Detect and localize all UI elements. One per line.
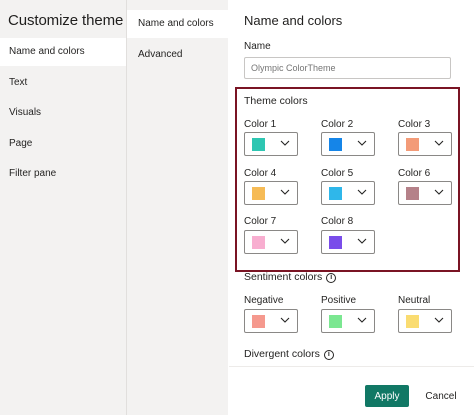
positive-color-picker[interactable] bbox=[321, 309, 375, 333]
color-3-label: Color 3 bbox=[398, 119, 431, 130]
sentiment-colors-label: Sentiment colors bbox=[244, 271, 323, 283]
color-5-picker[interactable] bbox=[321, 181, 375, 205]
apply-button[interactable]: Apply bbox=[365, 385, 409, 407]
negative-label: Negative bbox=[244, 295, 284, 306]
color-2-swatch bbox=[329, 138, 342, 151]
chevron-down-icon bbox=[280, 317, 290, 323]
info-icon[interactable]: i bbox=[326, 273, 337, 283]
color-1-picker[interactable] bbox=[244, 132, 298, 156]
color-2-label: Color 2 bbox=[321, 119, 354, 130]
nav-item-filter-pane[interactable]: Filter pane bbox=[0, 160, 126, 188]
color-6-picker[interactable] bbox=[398, 181, 452, 205]
cancel-button[interactable]: Cancel bbox=[419, 385, 463, 407]
nav-item-text[interactable]: Text bbox=[0, 69, 126, 97]
color-7-label: Color 7 bbox=[244, 216, 277, 227]
color-2-picker[interactable] bbox=[321, 132, 375, 156]
chevron-down-icon bbox=[357, 317, 367, 323]
dialog-title: Customize theme bbox=[8, 12, 124, 29]
subnav-item-name-and-colors[interactable]: Name and colors bbox=[127, 10, 229, 38]
neutral-label: Neutral bbox=[398, 295, 431, 306]
color-7-swatch bbox=[252, 236, 265, 249]
color-3-swatch bbox=[406, 138, 419, 151]
color-5-label: Color 5 bbox=[321, 168, 354, 179]
color-1-swatch bbox=[252, 138, 265, 151]
chevron-down-icon bbox=[357, 238, 367, 244]
settings-pane: Name and colors Name Theme colors Color … bbox=[229, 0, 474, 415]
positive-swatch bbox=[329, 315, 342, 328]
subnav-item-advanced[interactable]: Advanced bbox=[127, 41, 229, 69]
nav-item-page[interactable]: Page bbox=[0, 130, 126, 158]
color-8-label: Color 8 bbox=[321, 216, 354, 227]
chevron-down-icon bbox=[280, 238, 290, 244]
neutral-color-picker[interactable] bbox=[398, 309, 452, 333]
theme-colors-heading: Theme colors bbox=[244, 95, 308, 107]
info-icon[interactable]: i bbox=[323, 350, 334, 360]
color-7-picker[interactable] bbox=[244, 230, 298, 254]
chevron-down-icon bbox=[434, 317, 444, 323]
color-4-swatch bbox=[252, 187, 265, 200]
color-1-label: Color 1 bbox=[244, 119, 277, 130]
color-4-label: Color 4 bbox=[244, 168, 277, 179]
footer-divider bbox=[229, 366, 474, 367]
color-8-picker[interactable] bbox=[321, 230, 375, 254]
color-3-picker[interactable] bbox=[398, 132, 452, 156]
color-6-label: Color 6 bbox=[398, 168, 431, 179]
color-4-picker[interactable] bbox=[244, 181, 298, 205]
chevron-down-icon bbox=[280, 140, 290, 146]
chevron-down-icon bbox=[357, 140, 367, 146]
neutral-swatch bbox=[406, 315, 419, 328]
divergent-colors-heading: Divergent colors i bbox=[244, 348, 334, 360]
negative-color-picker[interactable] bbox=[244, 309, 298, 333]
chevron-down-icon bbox=[357, 189, 367, 195]
color-6-swatch bbox=[406, 187, 419, 200]
pane-title: Name and colors bbox=[244, 13, 343, 28]
color-8-swatch bbox=[329, 236, 342, 249]
negative-swatch bbox=[252, 315, 265, 328]
sentiment-colors-heading: Sentiment colors i bbox=[244, 271, 337, 283]
divergent-colors-label: Divergent colors bbox=[244, 348, 320, 360]
color-5-swatch bbox=[329, 187, 342, 200]
left-nav: Customize theme Name and colors Text Vis… bbox=[0, 0, 126, 415]
name-label: Name bbox=[244, 41, 271, 52]
nav-item-name-and-colors[interactable]: Name and colors bbox=[0, 38, 126, 66]
sub-nav: Name and colors Advanced bbox=[126, 0, 229, 415]
theme-name-input[interactable] bbox=[244, 57, 451, 79]
chevron-down-icon bbox=[280, 189, 290, 195]
chevron-down-icon bbox=[434, 140, 444, 146]
positive-label: Positive bbox=[321, 295, 357, 306]
chevron-down-icon bbox=[434, 189, 444, 195]
nav-item-visuals[interactable]: Visuals bbox=[0, 99, 126, 127]
